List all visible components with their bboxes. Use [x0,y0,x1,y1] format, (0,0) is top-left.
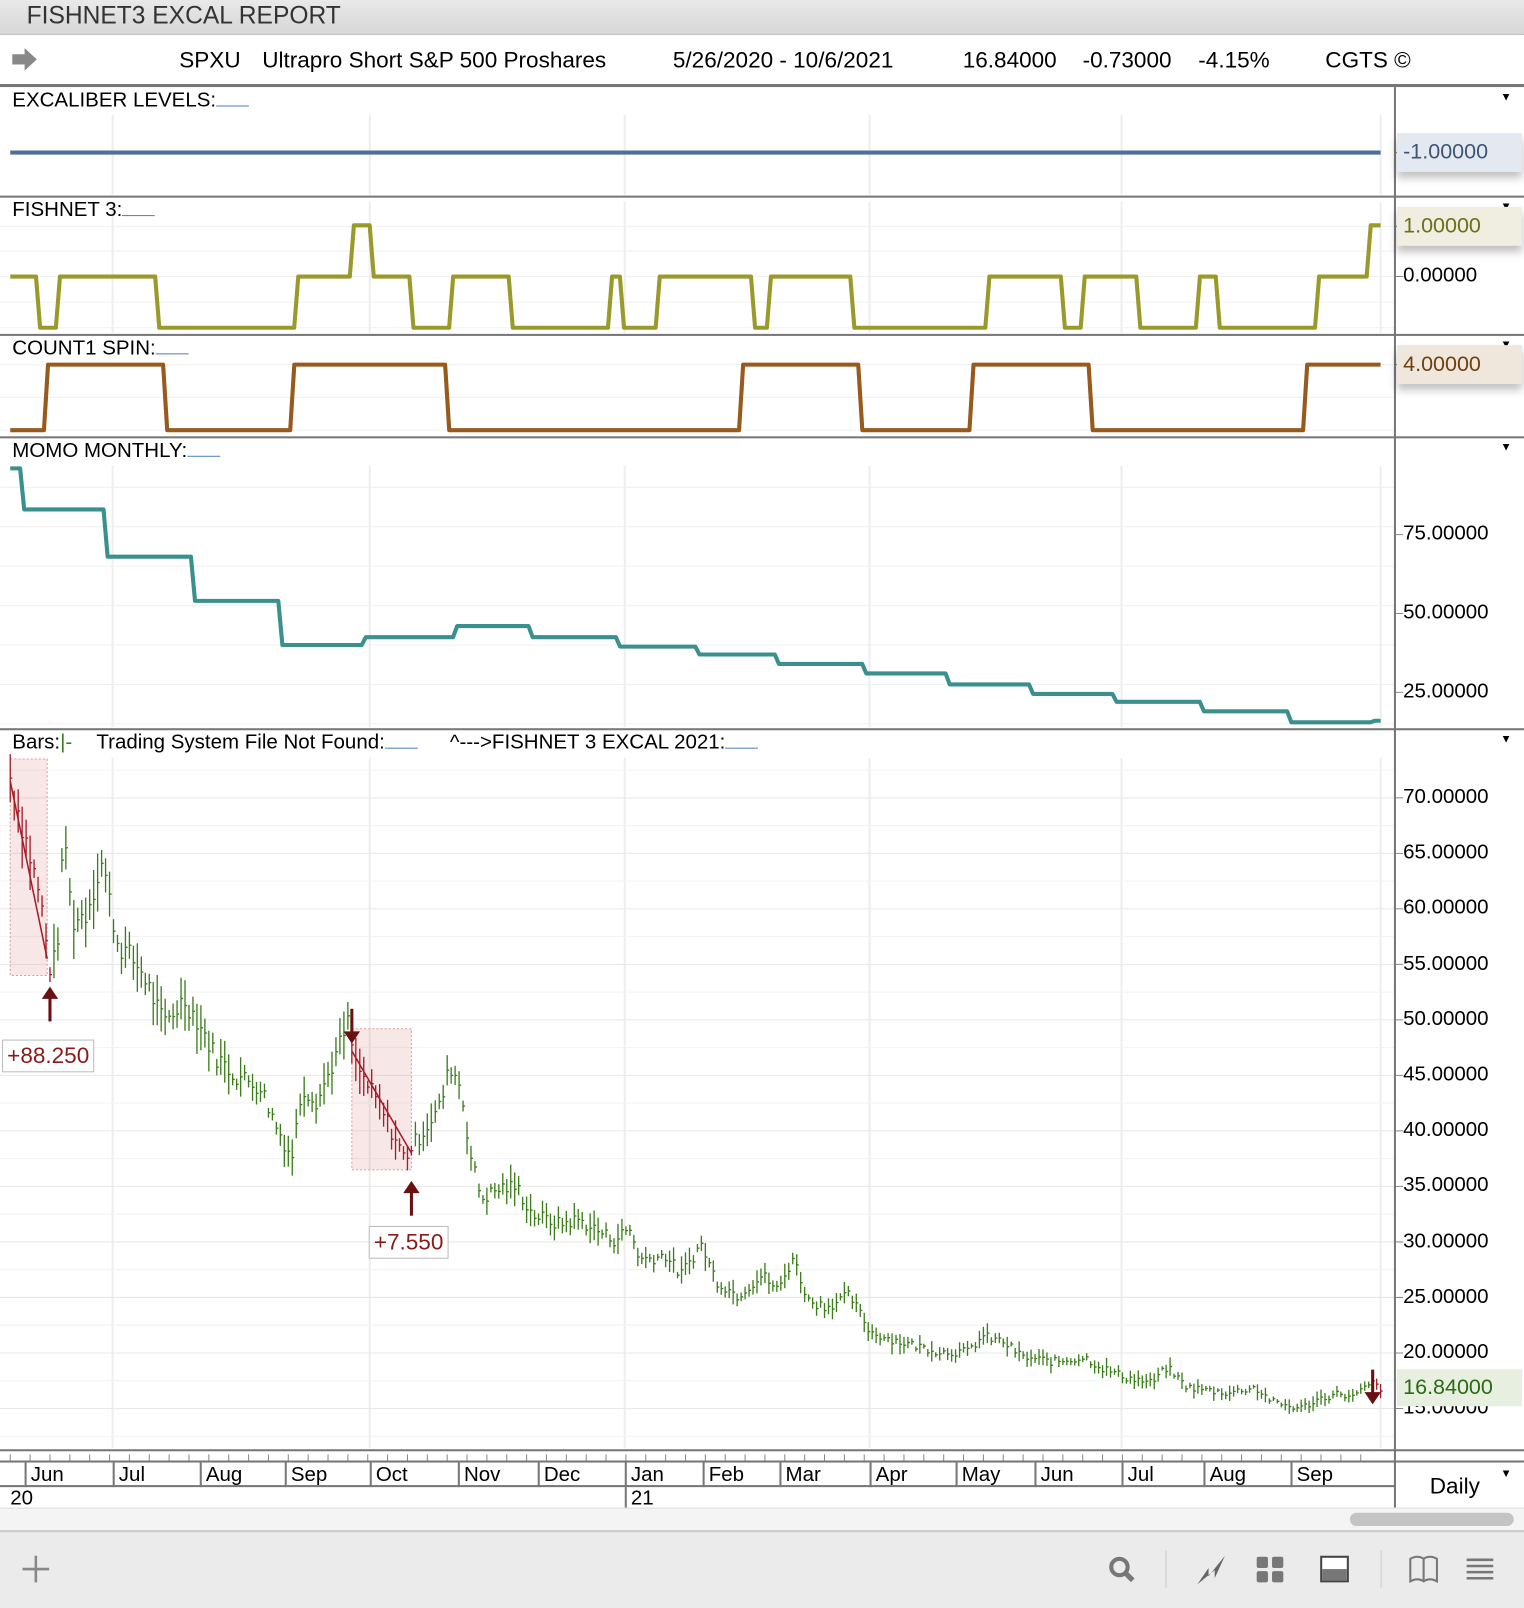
panel-menu-dropdown[interactable]: ▼ [1500,733,1511,745]
series-swatch [122,201,156,217]
price-tick-label: 65.00000 [1403,841,1489,864]
label-text: ^--->FISHNET 3 EXCAL 2021: [449,731,726,754]
month-label: Mar [779,1462,821,1488]
label-text: EXCALIBER LEVELS: [12,89,217,112]
count1-value-tag: 4.00000 [1396,345,1522,385]
arrow-head [41,986,59,999]
arrow-head [403,1180,420,1194]
momo-tick: 50.00000 [1403,601,1489,624]
excaliber-label: EXCALIBER LEVELS: [12,89,249,113]
chart-window: FISHNET3 EXCAL REPORT SPXU Ultrapro Shor… [0,0,1524,1608]
interval-selector[interactable]: Daily [1430,1473,1480,1500]
price-tick-label: 40.00000 [1403,1118,1489,1142]
toolbar-separator [1380,1550,1382,1588]
book-icon[interactable] [1406,1552,1441,1587]
panel-menu-dropdown[interactable]: ▼ [1500,91,1511,103]
toolbar-separator [1165,1550,1167,1588]
price-tick-label: 35.00000 [1403,1174,1489,1197]
label-text: Trading System File Not Found: [96,731,385,754]
price-tick-label: 70.00000 [1403,785,1489,809]
horizontal-scrollbar[interactable] [0,1507,1524,1532]
series-swatch [155,339,189,355]
month-label: Nov [457,1462,500,1488]
sell-arrow-icon [1364,1369,1381,1405]
panel-divider [0,1449,1524,1452]
series-swatch [187,441,220,457]
month-label: May [955,1462,1000,1488]
bars-label: Bars:|- Trading System File Not Found: ^… [12,731,759,755]
trade-result-label: +88.250 [2,1039,95,1073]
fishnet-tick: 0.00000 [1403,264,1478,287]
panel-layout-icon[interactable] [1317,1552,1352,1587]
panel-divider [0,333,1524,336]
label-text: FISHNET 3: [12,198,123,222]
count1-label: COUNT1 SPIN: [12,336,189,361]
month-label: Aug [199,1462,242,1488]
panel-menu-dropdown[interactable]: ▼ [1500,441,1511,453]
month-label: Jul [112,1462,145,1488]
month-label: Sep [1290,1462,1333,1488]
arrow-head [1364,1392,1381,1405]
month-label: Jun [1034,1462,1074,1488]
month-label: Jun [24,1462,64,1488]
line-chart-icon[interactable] [1194,1552,1229,1587]
month-label: Oct [369,1462,408,1488]
panel-divider [0,728,1524,731]
price-tick-label: 45.00000 [1403,1063,1489,1086]
month-label: Aug [1203,1462,1246,1488]
excaliber-value-tag: -1.00000 [1396,133,1522,173]
series-swatch [216,91,249,107]
last-price-tag: 16.84000 [1396,1369,1522,1407]
label-text: Bars: [12,731,61,754]
month-label: Apr [869,1462,908,1488]
price-tick-label: 60.00000 [1403,896,1489,920]
menu-icon[interactable] [1463,1552,1498,1587]
panel-divider [0,195,1524,198]
grid-layout-icon[interactable] [1253,1552,1288,1587]
label-text: COUNT1 SPIN: [12,336,156,360]
price-tick-label: 20.00000 [1403,1340,1489,1364]
month-label: Feb [702,1462,744,1488]
month-label: Jul [1121,1462,1154,1488]
interval-dropdown-arrow[interactable]: ▼ [1500,1468,1511,1480]
add-icon[interactable] [18,1552,53,1587]
label-text: MOMO MONTHLY: [12,439,188,462]
momo-tick: 25.00000 [1403,680,1489,703]
series-swatch [725,733,759,749]
trade-box [351,1028,412,1171]
series-swatch [384,733,418,749]
momo-tick: 75.00000 [1403,522,1489,545]
price-tick-label: 30.00000 [1403,1229,1489,1253]
month-label: Dec [537,1462,580,1488]
price-axis-divider [1393,87,1396,1508]
month-label: Sep [284,1462,327,1488]
bottom-toolbar [0,1530,1524,1608]
scrollbar-thumb[interactable] [1349,1512,1514,1527]
month-label: Jan [624,1462,664,1488]
price-tick-label: 50.00000 [1403,1007,1489,1031]
bar-style: |- [60,731,73,754]
price-tick-label: 25.00000 [1403,1285,1489,1308]
trade-result-label: +7.550 [368,1225,449,1259]
panel-divider [0,436,1524,439]
fishnet-value-tag: 1.00000 [1396,206,1522,246]
search-icon[interactable] [1104,1552,1139,1587]
price-tick-label: 55.00000 [1403,952,1489,975]
fishnet-label: FISHNET 3: [12,198,156,223]
momo-label: MOMO MONTHLY: [12,439,220,463]
